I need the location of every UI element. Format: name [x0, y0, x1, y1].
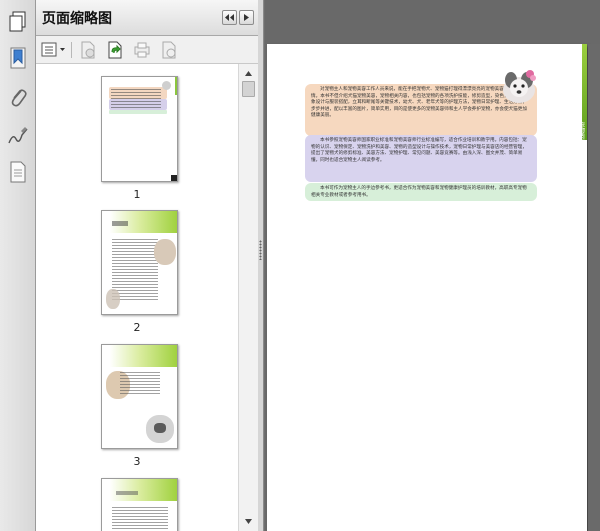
scroll-down-arrow-icon[interactable]	[242, 515, 255, 528]
signature-icon[interactable]	[6, 124, 30, 148]
rotate-page-icon	[108, 41, 122, 59]
panel-title: 页面缩略图	[42, 11, 112, 27]
paragraph-text: 本书可作为宠物主人的手边参考书，更适合作为宠物美容和宠物健康护理员的培训教材，高…	[311, 186, 527, 198]
page-properties-button[interactable]	[159, 40, 179, 60]
document-icon[interactable]	[6, 160, 30, 184]
thumbnail-page-number: 3	[133, 455, 141, 468]
thumbnail-page-4[interactable]	[101, 478, 178, 531]
attachment-icon[interactable]	[6, 86, 30, 110]
thumbnail-page-2[interactable]	[101, 210, 178, 315]
delete-page-icon	[81, 41, 95, 59]
options-list-icon	[41, 42, 65, 57]
thumbnail-list: 1 2 3	[36, 64, 238, 531]
preface-paragraph-2: 本书参照宠物美容师国家职业标准和宠物美容师行业标准编写，适合作业培训和教学用。内…	[305, 135, 537, 182]
splitter-grip[interactable]	[259, 240, 262, 260]
thumbnail-toolbar	[36, 36, 258, 64]
scrollbar-thumb[interactable]	[242, 81, 255, 97]
preface-paragraph-3: 本书可作为宠物主人的手边参考书，更适合作为宠物美容和宠物健康护理员的培训教材，高…	[305, 183, 537, 201]
chevron-right-icon	[244, 14, 249, 21]
options-menu-button[interactable]	[40, 40, 68, 60]
print-page-button[interactable]	[132, 40, 152, 60]
paragraph-text: 对宠物主人和宠物美容工作人员来说，能在手把宠物犬、宠物猫打理得漂漂亮亮的宠物美容…	[311, 87, 527, 119]
double-chevron-left-icon	[225, 14, 234, 21]
thumbnail-page-1[interactable]	[101, 76, 178, 182]
scroll-up-arrow-icon[interactable]	[242, 67, 255, 80]
thumbnail-scrollbar[interactable]	[238, 64, 258, 531]
panel-header: 页面缩略图	[36, 0, 258, 36]
page-thumbnails-panel: 页面缩略图 1 2 3	[36, 0, 258, 531]
thumbnail-page-number: 1	[133, 188, 141, 201]
print-icon	[134, 42, 150, 58]
page-properties-icon	[162, 41, 176, 59]
page-edge-label: 宠物美容与护理	[579, 122, 585, 157]
document-view: 宠物美容与护理 对宠物主人和宠物美容工作人员来说，能在手把宠物犬、宠物猫打理得漂…	[265, 0, 600, 531]
delete-page-button[interactable]	[78, 40, 98, 60]
collapse-left-button[interactable]	[222, 10, 237, 25]
panel-splitter[interactable]	[258, 0, 264, 531]
expand-right-button[interactable]	[239, 10, 254, 25]
bookmark-icon[interactable]	[6, 46, 30, 70]
thumbnail-page-3[interactable]	[101, 344, 178, 449]
rotate-page-button[interactable]	[105, 40, 125, 60]
dog-photo	[503, 70, 536, 103]
thumbnail-page-number: 2	[133, 321, 141, 334]
paragraph-text: 本书参照宠物美容师国家职业标准和宠物美容师行业标准编写，适合作业培训和教学用。内…	[311, 138, 527, 163]
document-page: 宠物美容与护理 对宠物主人和宠物美容工作人员来说，能在手把宠物犬、宠物猫打理得漂…	[267, 44, 587, 531]
pages-icon[interactable]	[6, 10, 30, 34]
navigation-toolbar	[0, 0, 36, 531]
